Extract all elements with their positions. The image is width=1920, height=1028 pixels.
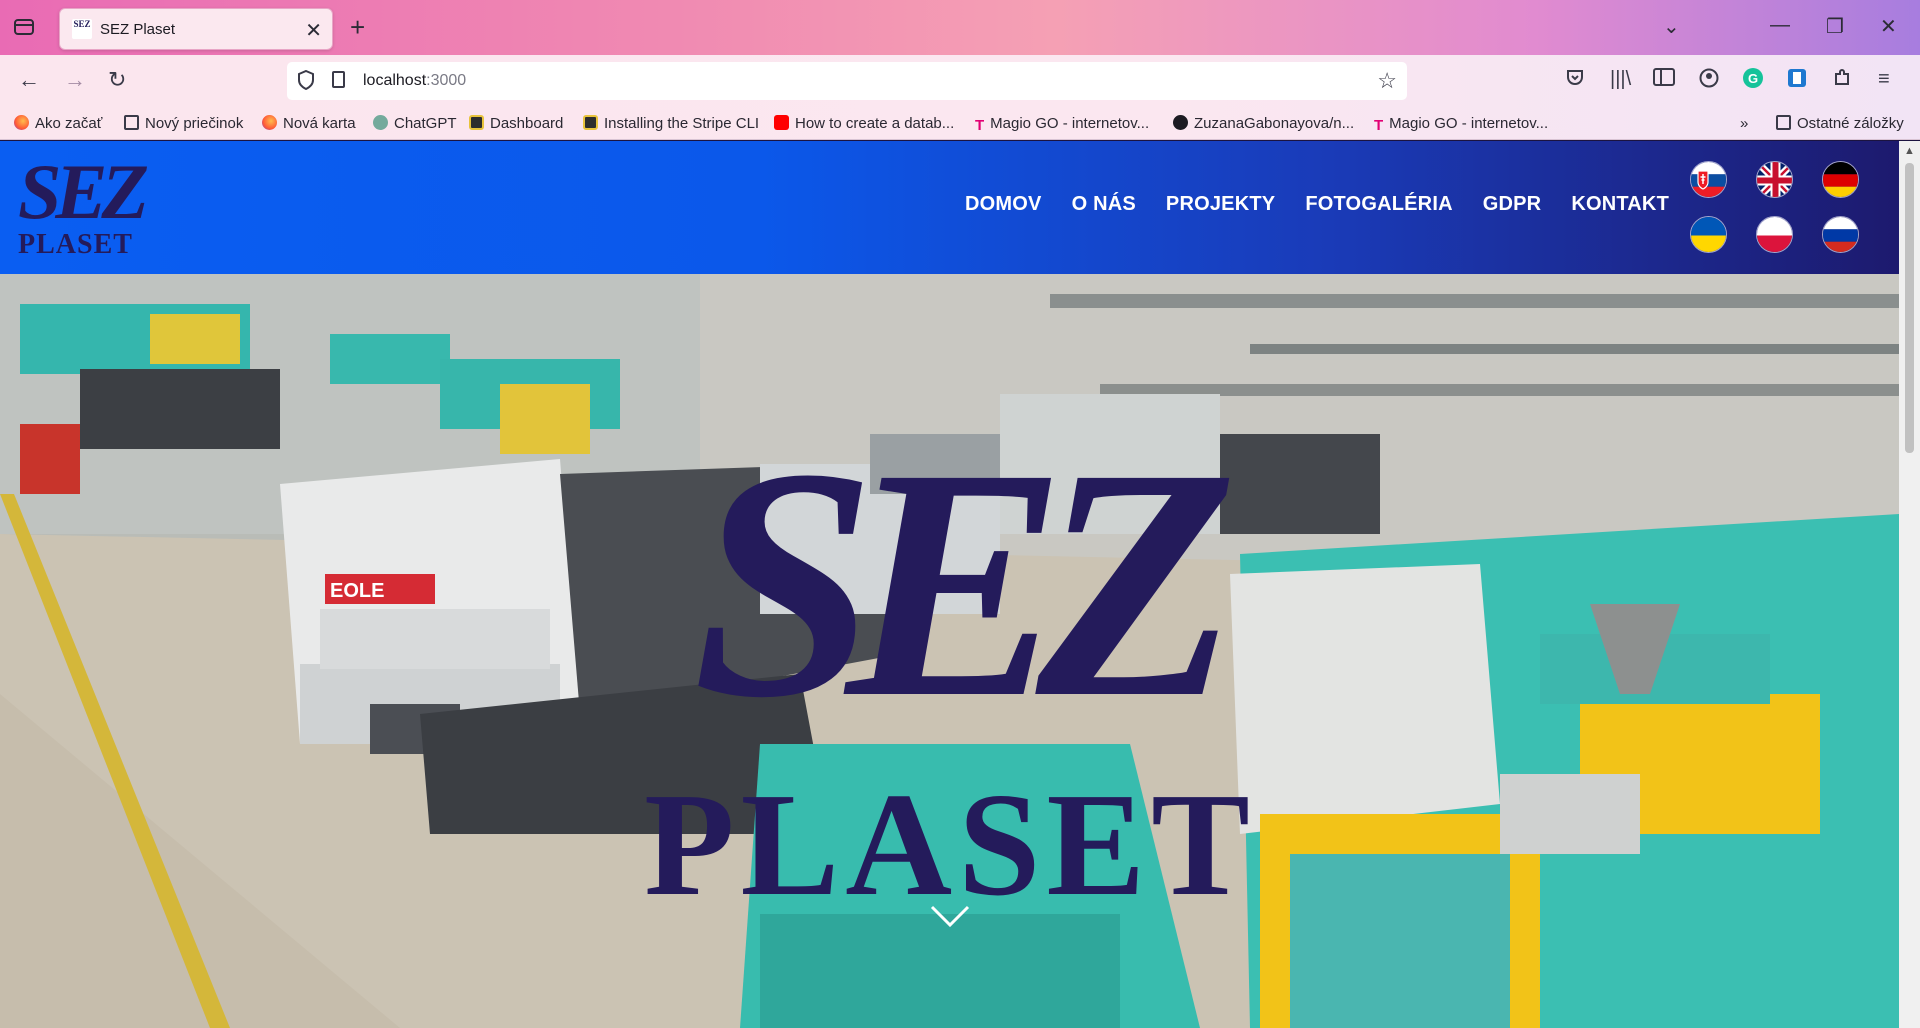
sidebar-icon[interactable] bbox=[1653, 68, 1675, 92]
back-arrow-icon[interactable]: ← bbox=[18, 67, 40, 93]
bookmark-item[interactable]: Installing the Stripe CLI bbox=[583, 115, 759, 132]
pocket-icon[interactable] bbox=[1565, 68, 1585, 94]
bookmark-label: Magio GO - internetov... bbox=[1389, 115, 1549, 132]
dashboard-icon bbox=[469, 115, 484, 130]
telekom-icon: T bbox=[975, 117, 985, 134]
german-flag-icon[interactable] bbox=[1822, 161, 1859, 198]
bookmark-item[interactable]: Ako začať bbox=[14, 115, 102, 132]
nav-link-fotogaleria[interactable]: FOTOGALÉRIA bbox=[1305, 193, 1452, 216]
extensions-puzzle-icon[interactable] bbox=[1832, 68, 1852, 94]
hero-logo: SEZ PLASET bbox=[644, 404, 1262, 924]
chatgpt-icon bbox=[373, 115, 388, 130]
stripe-icon bbox=[583, 115, 598, 130]
bookmark-label: How to create a datab... bbox=[795, 115, 955, 132]
folder-icon bbox=[1776, 115, 1791, 130]
hero-logo-sez-text: SEZ bbox=[692, 404, 1232, 766]
list-all-tabs-icon[interactable]: ⌄ bbox=[1663, 14, 1680, 39]
svg-text:G: G bbox=[1748, 71, 1758, 86]
bookmarks-toolbar: Ako začať Nový priečinok Nová karta Chat… bbox=[0, 108, 1920, 140]
polish-flag-icon[interactable] bbox=[1756, 216, 1793, 253]
bookmark-label: ChatGPT bbox=[394, 115, 457, 132]
minimize-window-button[interactable]: — bbox=[1770, 14, 1790, 37]
scroll-up-arrow-icon[interactable]: ▲ bbox=[1904, 145, 1915, 157]
logo-sez-text: SEZ bbox=[18, 148, 149, 235]
machine-label: EOLE bbox=[330, 580, 384, 602]
grammarly-extension-icon[interactable]: G bbox=[1743, 68, 1763, 94]
firefox-icon bbox=[14, 115, 29, 130]
tracking-protection-shield-icon[interactable] bbox=[297, 69, 315, 95]
restore-window-button[interactable]: ❐ bbox=[1826, 14, 1844, 39]
other-bookmarks-folder[interactable]: Ostatné záložky bbox=[1776, 115, 1904, 132]
telekom-icon: T bbox=[1374, 117, 1384, 134]
folder-icon bbox=[124, 115, 139, 130]
nav-link-domov[interactable]: DOMOV bbox=[965, 193, 1042, 216]
url-bar[interactable]: localhost:3000 ☆ bbox=[287, 62, 1407, 100]
tab-favicon: SEZ bbox=[72, 19, 92, 39]
tab-list-icon[interactable] bbox=[13, 17, 37, 39]
site-logo[interactable]: SEZ PLASET bbox=[18, 153, 163, 263]
ukrainian-flag-icon[interactable] bbox=[1690, 216, 1727, 253]
site-header: SEZ PLASET DOMOV O NÁS PROJEKTY FOTOGALÉ… bbox=[0, 141, 1899, 274]
nav-link-gdpr[interactable]: GDPR bbox=[1483, 193, 1542, 216]
page-viewport: SEZ PLASET DOMOV O NÁS PROJEKTY FOTOGALÉ… bbox=[0, 141, 1899, 1028]
slovak-flag-icon[interactable] bbox=[1690, 161, 1727, 198]
forward-arrow-icon[interactable]: → bbox=[64, 67, 86, 93]
scrollbar-thumb[interactable] bbox=[1905, 163, 1914, 453]
firefox-icon bbox=[262, 115, 277, 130]
app-menu-icon[interactable]: ≡ bbox=[1878, 68, 1890, 91]
bookmark-label: Installing the Stripe CLI bbox=[604, 115, 760, 132]
browser-navbar: ← → ↻ localhost:3000 ☆ |||\ G ≡ bbox=[0, 55, 1920, 108]
reload-icon[interactable]: ↻ bbox=[108, 67, 126, 93]
library-icon[interactable]: |||\ bbox=[1610, 68, 1631, 91]
language-switcher bbox=[1690, 161, 1860, 256]
close-window-button[interactable]: ✕ bbox=[1880, 14, 1897, 39]
main-navigation: DOMOV O NÁS PROJEKTY FOTOGALÉRIA GDPR KO… bbox=[965, 193, 1669, 216]
bookmark-item[interactable]: Nový priečinok bbox=[124, 115, 243, 132]
youtube-icon bbox=[774, 115, 789, 130]
nav-link-kontakt[interactable]: KONTAKT bbox=[1571, 193, 1669, 216]
github-icon bbox=[1173, 115, 1188, 130]
hero-logo-plaset-text: PLASET bbox=[644, 763, 1256, 924]
russian-flag-icon[interactable] bbox=[1822, 216, 1859, 253]
bookmark-label: Magio GO - internetov... bbox=[990, 115, 1150, 132]
bookmark-item[interactable]: ChatGPT bbox=[373, 115, 457, 132]
browser-tab-active[interactable]: SEZ SEZ Plaset ✕ bbox=[59, 8, 333, 50]
bookmark-item[interactable]: Dashboard bbox=[469, 115, 563, 132]
bookmark-item[interactable]: Nová karta bbox=[262, 115, 356, 132]
page-scrollbar[interactable]: ▲ bbox=[1899, 141, 1920, 1028]
url-text[interactable]: localhost:3000 bbox=[363, 72, 466, 90]
bookmark-label: Nový priečinok bbox=[145, 115, 244, 132]
bookmark-label: Dashboard bbox=[490, 115, 564, 132]
bookmark-label: Ako začať bbox=[35, 115, 103, 132]
bookmark-item[interactable]: How to create a datab... bbox=[774, 115, 954, 132]
page-info-icon[interactable] bbox=[332, 71, 345, 88]
browser-titlebar: SEZ SEZ Plaset ✕ + ⌄ — ❐ ✕ bbox=[0, 0, 1920, 55]
hero-section: EOLE SEZ PLASET bbox=[0, 274, 1899, 1028]
tab-title: SEZ Plaset bbox=[100, 21, 176, 38]
account-icon[interactable] bbox=[1699, 68, 1719, 94]
bookmark-item[interactable]: T Magio GO - internetov... bbox=[975, 115, 1150, 134]
bookmark-star-icon[interactable]: ☆ bbox=[1377, 68, 1397, 94]
other-bookmarks-label: Ostatné záložky bbox=[1797, 115, 1904, 132]
bookmark-label: ZuzanaGabonayova/n... bbox=[1194, 115, 1355, 132]
scroll-down-chevron-icon[interactable] bbox=[930, 904, 970, 928]
bookmark-item[interactable]: ZuzanaGabonayova/n... bbox=[1173, 115, 1354, 132]
nav-link-projekty[interactable]: PROJEKTY bbox=[1166, 193, 1275, 216]
new-tab-button[interactable]: + bbox=[350, 12, 365, 43]
logo-plaset-text: PLASET bbox=[18, 229, 133, 260]
bookmark-label: Nová karta bbox=[283, 115, 356, 132]
nav-link-o-nas[interactable]: O NÁS bbox=[1072, 193, 1136, 216]
close-tab-icon[interactable]: ✕ bbox=[305, 18, 322, 43]
extension-blue-icon[interactable] bbox=[1787, 68, 1807, 94]
uk-flag-icon[interactable] bbox=[1756, 161, 1793, 198]
bookmark-item[interactable]: T Magio GO - internetov... bbox=[1374, 115, 1549, 134]
more-bookmarks-chevron-icon[interactable]: » bbox=[1740, 115, 1748, 132]
